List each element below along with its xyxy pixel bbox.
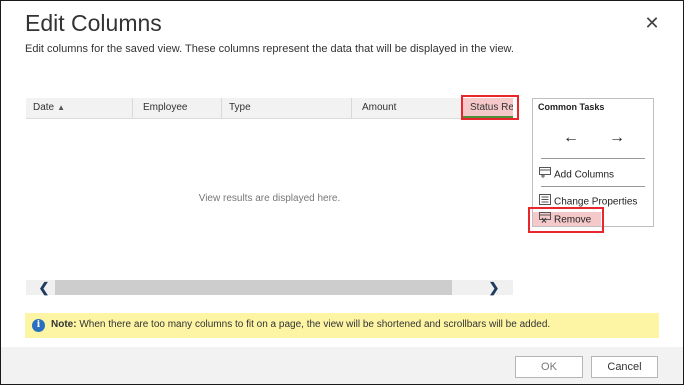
column-header-label: Amount [362, 102, 397, 113]
scroll-right-icon[interactable]: ❯ [484, 280, 504, 295]
scrollbar-thumb[interactable] [55, 280, 452, 295]
column-header-label: Date [33, 102, 55, 113]
note-label: Note: [51, 319, 77, 330]
column-header-label: Type [229, 102, 251, 113]
horizontal-scrollbar[interactable]: ❮ ❯ [26, 280, 513, 295]
note-text: Note: When there are too many columns to… [51, 319, 550, 330]
move-left-icon[interactable]: ← [561, 129, 581, 147]
task-label: Add Columns [554, 169, 615, 181]
task-label: Change Properties [554, 196, 638, 208]
edit-columns-dialog: Edit Columns ✕ Edit columns for the save… [0, 0, 684, 385]
column-header-employee[interactable]: Employee [132, 98, 221, 118]
dialog-title: Edit Columns [25, 10, 162, 36]
change-properties-button[interactable]: Change Properties [539, 194, 637, 208]
column-header-amount[interactable]: Amount [351, 98, 463, 118]
ok-button[interactable]: OK [515, 356, 583, 378]
status-column-highlight [461, 95, 519, 120]
column-header-date[interactable]: Date ▲ [26, 98, 132, 118]
add-columns-button[interactable]: Add Columns [539, 167, 614, 181]
dialog-footer: OK Cancel [1, 347, 683, 384]
divider [541, 158, 645, 159]
column-header-type[interactable]: Type [221, 98, 351, 118]
divider [541, 186, 645, 187]
note-banner: i Note: When there are too many columns … [25, 313, 659, 338]
move-right-icon[interactable]: → [607, 129, 627, 147]
column-preview-grid: Date▲ Employee Type Amount Status Rea Vi… [26, 98, 513, 296]
add-columns-icon [539, 167, 551, 183]
note-message: When there are too many columns to fit o… [76, 319, 551, 330]
grid-empty-message: View results are displayed here. [198, 193, 341, 204]
common-tasks-title: Common Tasks [538, 102, 605, 112]
remove-highlight [528, 207, 604, 233]
sort-ascending-icon: ▲ [57, 103, 66, 112]
info-icon: i [32, 319, 45, 332]
dialog-description: Edit columns for the saved view. These c… [25, 43, 514, 55]
cancel-button[interactable]: Cancel [591, 356, 658, 378]
close-icon[interactable]: ✕ [644, 13, 660, 33]
grid-header: Date▲ Employee Type Amount Status Rea [26, 98, 513, 119]
scroll-left-icon[interactable]: ❮ [34, 280, 54, 295]
column-header-label: Employee [143, 102, 188, 113]
